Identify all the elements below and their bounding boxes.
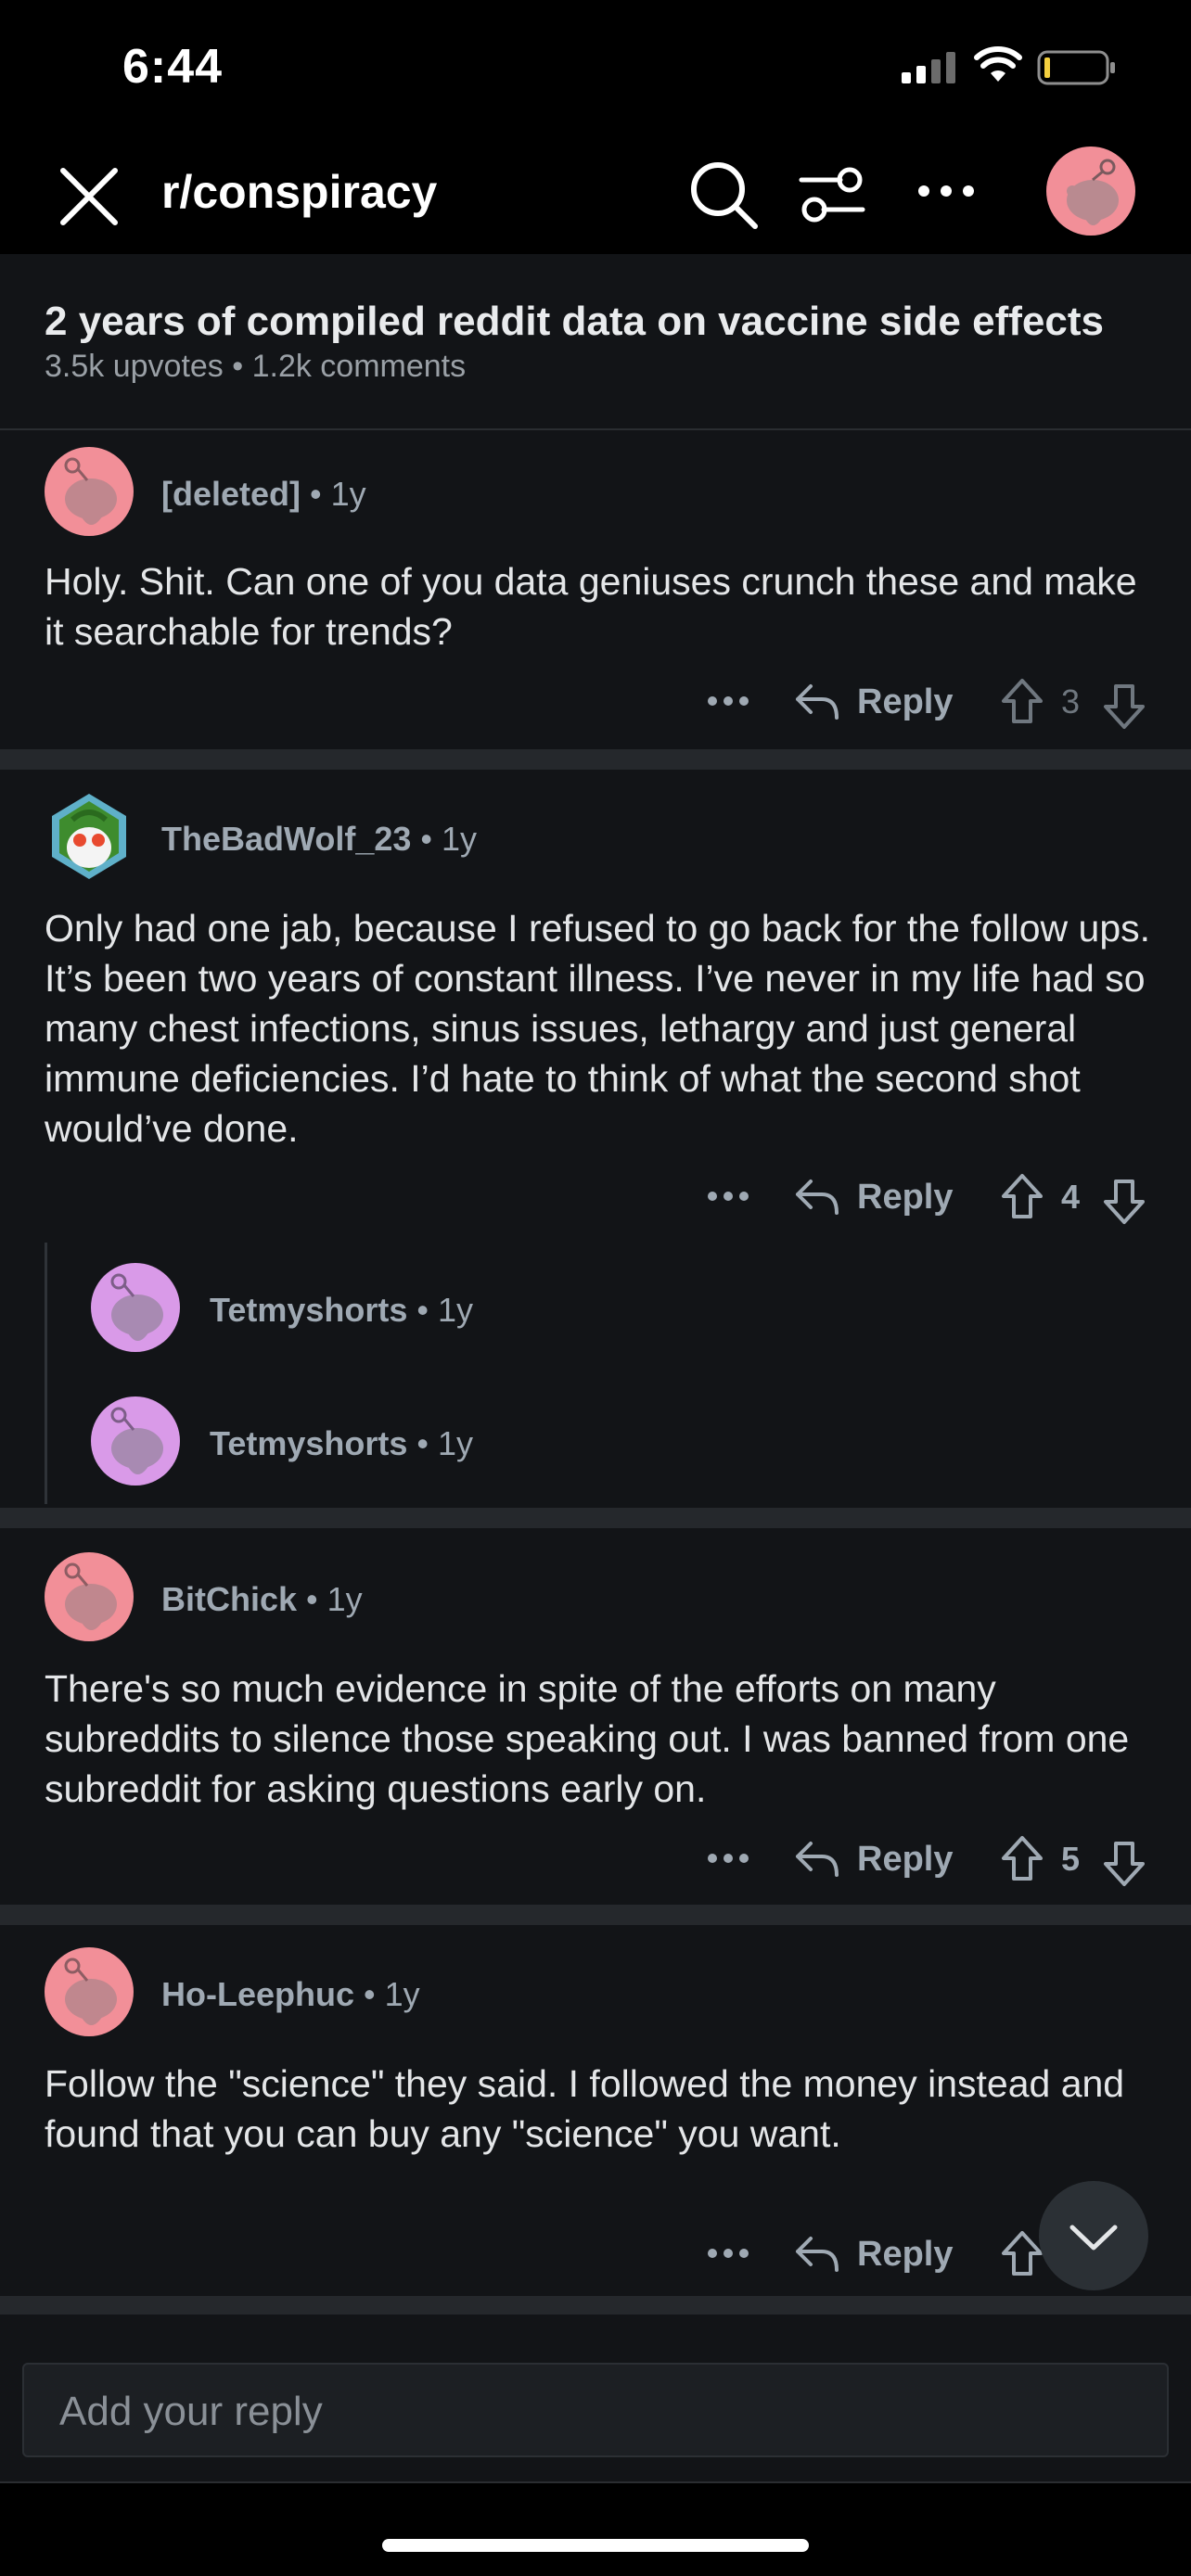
separator-dot: • — [420, 820, 442, 858]
snoo-avatar-icon — [64, 457, 117, 525]
reply-button[interactable]: Reply — [857, 1840, 953, 1880]
comment-age: 1y — [330, 475, 366, 513]
more-options-icon[interactable] — [916, 172, 976, 210]
reply-icon[interactable] — [794, 681, 840, 723]
comment-body: Only had one jab, because I refused to g… — [45, 907, 1151, 1150]
comment-body: There's so much evidence in spite of the… — [45, 1667, 1130, 1810]
comment-divider — [0, 1905, 1191, 1925]
cellular-signal-icon — [902, 52, 955, 83]
username[interactable]: Tetmyshorts — [210, 1424, 407, 1462]
reply-author[interactable]: Tetmyshorts • 1y — [210, 1291, 473, 1330]
avatar[interactable] — [45, 792, 134, 881]
comment-actions: Reply 4 — [705, 1170, 1150, 1226]
downvote-icon[interactable] — [1102, 1176, 1146, 1226]
chevron-down-icon — [1069, 2225, 1118, 2251]
avatar[interactable] — [45, 1947, 134, 2036]
snoo-avatar-icon — [1067, 159, 1119, 225]
snoo-avatar-icon — [64, 1562, 117, 1630]
search-icon[interactable] — [686, 158, 761, 232]
comment-body: Holy. Shit. Can one of you data geniuses… — [45, 560, 1137, 653]
reply-author[interactable]: Tetmyshorts • 1y — [210, 1424, 473, 1463]
avatar[interactable] — [45, 447, 134, 536]
battery-icon — [1037, 50, 1115, 85]
reply-button[interactable]: Reply — [857, 2235, 953, 2275]
separator-dot: • — [416, 1424, 439, 1462]
upvote-icon[interactable] — [1000, 1834, 1044, 1884]
more-options-icon[interactable] — [705, 1178, 751, 1215]
more-options-icon[interactable] — [705, 1840, 751, 1877]
comment-author[interactable]: BitChick • 1y — [161, 1580, 363, 1619]
snoo-avatar-icon — [110, 1273, 163, 1341]
comment-divider — [0, 1508, 1191, 1528]
reply-icon[interactable] — [794, 2233, 840, 2276]
comment-author[interactable]: [deleted] • 1y — [161, 475, 366, 514]
comment-author[interactable]: TheBadWolf_23 • 1y — [161, 820, 477, 859]
reply-icon[interactable] — [794, 1838, 840, 1881]
reply-button[interactable]: Reply — [857, 1178, 953, 1218]
comment-age: 1y — [438, 1291, 474, 1329]
scroll-next-comment-button[interactable] — [1039, 2181, 1148, 2290]
separator-dot: • — [364, 1975, 385, 2013]
upvote-icon[interactable] — [1000, 1172, 1044, 1222]
close-icon[interactable] — [56, 163, 122, 230]
separator-dot: • — [416, 1291, 439, 1329]
avatar[interactable] — [91, 1396, 180, 1486]
comment-actions: Reply 5 — [705, 1832, 1150, 1888]
downvote-icon[interactable] — [1102, 1838, 1146, 1888]
composer-divider — [0, 2296, 1191, 2315]
vote-count: 4 — [1061, 1178, 1081, 1216]
upvote-icon[interactable] — [1000, 677, 1044, 727]
user-avatar[interactable] — [1046, 147, 1135, 236]
subreddit-title[interactable]: r/conspiracy — [161, 165, 437, 219]
wifi-icon — [974, 46, 1022, 82]
more-options-icon[interactable] — [705, 2235, 751, 2272]
comment-age: 1y — [438, 1424, 474, 1462]
thread-line[interactable] — [45, 1243, 47, 1504]
comment-body: Follow the "science" they said. I follow… — [45, 2062, 1125, 2155]
bottom-safe-area — [0, 2481, 1191, 2576]
separator-dot: • — [306, 1580, 327, 1618]
post-title[interactable]: 2 years of compiled reddit data on vacci… — [45, 299, 1104, 345]
avatar[interactable] — [91, 1263, 180, 1352]
snoo-avatar-icon — [64, 1958, 117, 2025]
reply-button[interactable]: Reply — [857, 682, 953, 722]
avatar[interactable] — [45, 1552, 134, 1641]
comment-age: 1y — [384, 1975, 420, 2013]
comment-age: 1y — [327, 1580, 363, 1618]
downvote-icon[interactable] — [1102, 681, 1146, 731]
separator-dot: • — [310, 475, 331, 513]
username[interactable]: Ho-Leephuc — [161, 1975, 354, 2013]
username[interactable]: BitChick — [161, 1580, 297, 1618]
sort-filter-icon[interactable] — [798, 161, 866, 228]
custom-avatar-icon — [52, 794, 126, 879]
reply-placeholder[interactable]: Add your reply — [59, 2389, 323, 2435]
comment-author[interactable]: Ho-Leephuc • 1y — [161, 1975, 420, 2014]
vote-count: 5 — [1061, 1840, 1081, 1878]
more-options-icon[interactable] — [705, 682, 751, 720]
reply-icon[interactable] — [794, 1176, 840, 1218]
comment-actions: Reply 3 — [705, 675, 1150, 731]
post-meta: 3.5k upvotes • 1.2k comments — [45, 349, 467, 384]
comment-divider — [0, 749, 1191, 770]
upvote-icon[interactable] — [1000, 2229, 1044, 2279]
status-time: 6:44 — [122, 40, 224, 94]
vote-count: 3 — [1061, 682, 1081, 721]
home-indicator[interactable] — [382, 2539, 809, 2552]
username[interactable]: Tetmyshorts — [210, 1291, 407, 1329]
comment-age: 1y — [442, 820, 478, 858]
username[interactable]: TheBadWolf_23 — [161, 820, 411, 858]
snoo-avatar-icon — [110, 1407, 163, 1474]
username[interactable]: [deleted] — [161, 475, 301, 513]
